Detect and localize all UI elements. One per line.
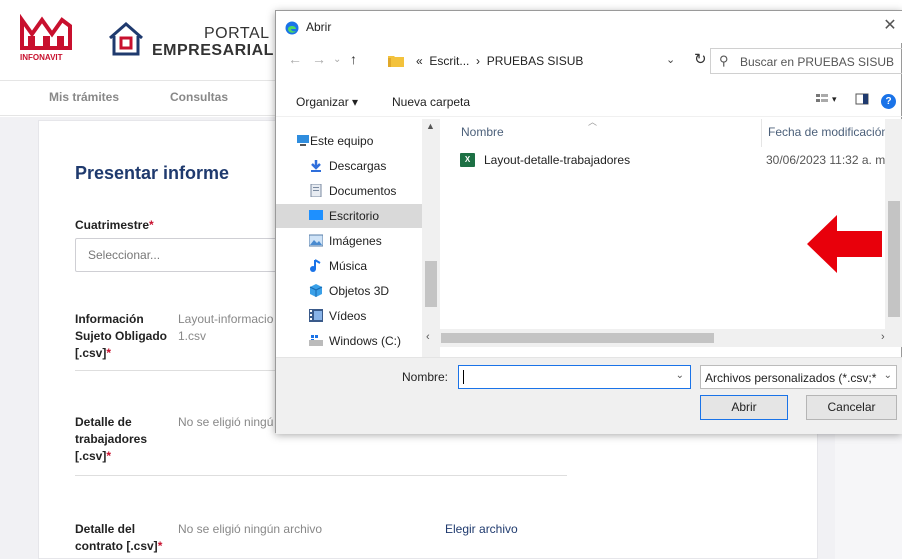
elegir-archivo-link[interactable]: Elegir archivo	[445, 522, 518, 536]
tree-scrollbar[interactable]	[422, 119, 440, 359]
address-path: « Escrit... › PRUEBAS SISUB	[416, 54, 584, 68]
detalle-trabajadores-label: Detalle de trabajadores [.csv]*	[75, 415, 148, 463]
text-caret	[463, 370, 464, 384]
filetype-select[interactable]: Archivos personalizados (*.csv;* ⌄	[700, 365, 897, 389]
organizar-menu[interactable]: Organizar ▾	[296, 95, 358, 109]
filename-label: Nombre:	[402, 370, 449, 384]
file-list-vscroll-thumb[interactable]	[888, 201, 900, 317]
dialog-toolbar: Organizar ▾ Nueva carpeta ▾ ?	[276, 87, 902, 117]
refresh-icon[interactable]: ↻	[694, 50, 707, 68]
tree-item-windows-c[interactable]: Windows (C:)	[276, 329, 422, 353]
tree-scroll-thumb[interactable]	[425, 261, 437, 307]
file-list-hscroll-thumb[interactable]	[441, 333, 714, 343]
tree-scroll-up-icon[interactable]: ▲	[426, 121, 435, 131]
close-icon[interactable]: ✕	[877, 15, 902, 39]
file-row[interactable]: X Layout-detalle-trabajadores 30/06/2023…	[460, 151, 900, 173]
excel-file-icon: X	[460, 153, 475, 167]
red-arrow-annotation	[807, 215, 882, 273]
scroll-left-icon[interactable]: ‹	[426, 331, 430, 343]
preview-pane-icon[interactable]	[855, 92, 869, 106]
forward-arrow-icon[interactable]: →	[312, 51, 326, 67]
tree-item-este-equipo[interactable]: Este equipo	[276, 129, 422, 153]
computer-icon	[297, 135, 309, 146]
music-icon	[310, 259, 321, 272]
nueva-carpeta-button[interactable]: Nueva carpeta	[392, 95, 470, 109]
desktop-icon	[309, 210, 323, 220]
address-dropdown-icon[interactable]: ⌄	[666, 53, 675, 66]
detalle-trabajadores-file-value: No se eligió ningú	[178, 415, 274, 429]
back-arrow-icon[interactable]: ←	[288, 51, 302, 67]
file-name: Layout-detalle-trabajadores	[484, 153, 631, 167]
portal-subtitle: EMPRESARIAL	[152, 42, 274, 59]
download-icon	[311, 160, 321, 172]
objects-3d-icon	[309, 284, 323, 297]
view-dropdown-icon[interactable]: ▾	[832, 94, 837, 105]
cuatrimestre-label: Cuatrimestre*	[75, 218, 154, 232]
info-sujeto-label: Información Sujeto Obligado [.csv]*	[75, 312, 167, 360]
dialog-title: Abrir	[306, 20, 332, 34]
divider	[75, 370, 275, 371]
open-button[interactable]: Abrir	[700, 395, 788, 420]
column-header-fecha[interactable]: Fecha de modificación	[768, 125, 888, 139]
search-icon: ⚲	[719, 53, 729, 68]
file-date: 30/06/2023 11:32 a. m	[766, 153, 886, 167]
help-icon[interactable]: ?	[881, 94, 896, 109]
search-placeholder: Buscar en PRUEBAS SISUB	[740, 55, 895, 69]
view-options-icon[interactable]	[815, 92, 829, 106]
tree-item-descargas[interactable]: Descargas	[276, 154, 422, 178]
filetype-dropdown-icon[interactable]: ⌄	[884, 370, 892, 381]
edge-browser-icon	[285, 21, 299, 35]
column-separator[interactable]	[761, 119, 762, 147]
documents-icon	[310, 184, 322, 197]
nav-mis-tramites[interactable]: Mis trámites	[49, 90, 119, 104]
filename-input[interactable]: ⌄	[458, 365, 691, 389]
infonavit-logo[interactable]: INFONAVIT	[18, 14, 74, 64]
tree-item-videos[interactable]: Vídeos	[276, 304, 422, 328]
tree-item-escritorio[interactable]: Escritorio	[276, 204, 422, 228]
portal-title: PORTAL	[204, 25, 270, 42]
tree-item-documentos[interactable]: Documentos	[276, 179, 422, 203]
column-header-nombre[interactable]: Nombre	[461, 125, 504, 139]
divider	[75, 475, 567, 476]
dialog-titlebar[interactable]: Abrir ✕	[276, 11, 902, 43]
nav-consultas[interactable]: Consultas	[170, 90, 228, 104]
cancel-button[interactable]: Cancelar	[806, 395, 897, 420]
detalle-contrato-label: Detalle del contrato [.csv]*	[75, 522, 163, 553]
filename-dropdown-icon[interactable]: ⌄	[676, 370, 684, 381]
detalle-contrato-file-value: No se eligió ningún archivo	[178, 522, 323, 536]
address-bar[interactable]: « Escrit... › PRUEBAS SISUB ⌄	[384, 49, 684, 73]
page-title: Presentar informe	[75, 163, 230, 183]
up-arrow-icon[interactable]: ↑	[350, 51, 357, 67]
navigation-tree: Este equipo Descargas Documentos Escrito…	[276, 119, 422, 359]
tree-item-objetos-3d[interactable]: Objetos 3D	[276, 279, 422, 303]
address-bar-row: ← → ⌄ ↑ « Escrit... › PRUEBAS SISUB ⌄ ↻ …	[276, 43, 902, 79]
folder-icon	[388, 56, 404, 67]
tree-item-imagenes[interactable]: Imágenes	[276, 229, 422, 253]
pictures-icon	[309, 234, 323, 247]
videos-icon	[309, 309, 323, 322]
sort-caret-icon: ︿	[588, 117, 598, 127]
info-sujeto-file-value: Layout-informacio 1.csv	[178, 312, 274, 343]
tree-item-musica[interactable]: Música	[276, 254, 422, 278]
svg-text:INFONAVIT: INFONAVIT	[20, 53, 63, 62]
portal-house-icon	[109, 22, 143, 56]
drive-icon	[309, 335, 323, 346]
scroll-right-icon[interactable]: ›	[881, 331, 885, 343]
search-input[interactable]: ⚲ Buscar en PRUEBAS SISUB	[710, 48, 902, 74]
recent-chevron-icon[interactable]: ⌄	[333, 54, 341, 65]
